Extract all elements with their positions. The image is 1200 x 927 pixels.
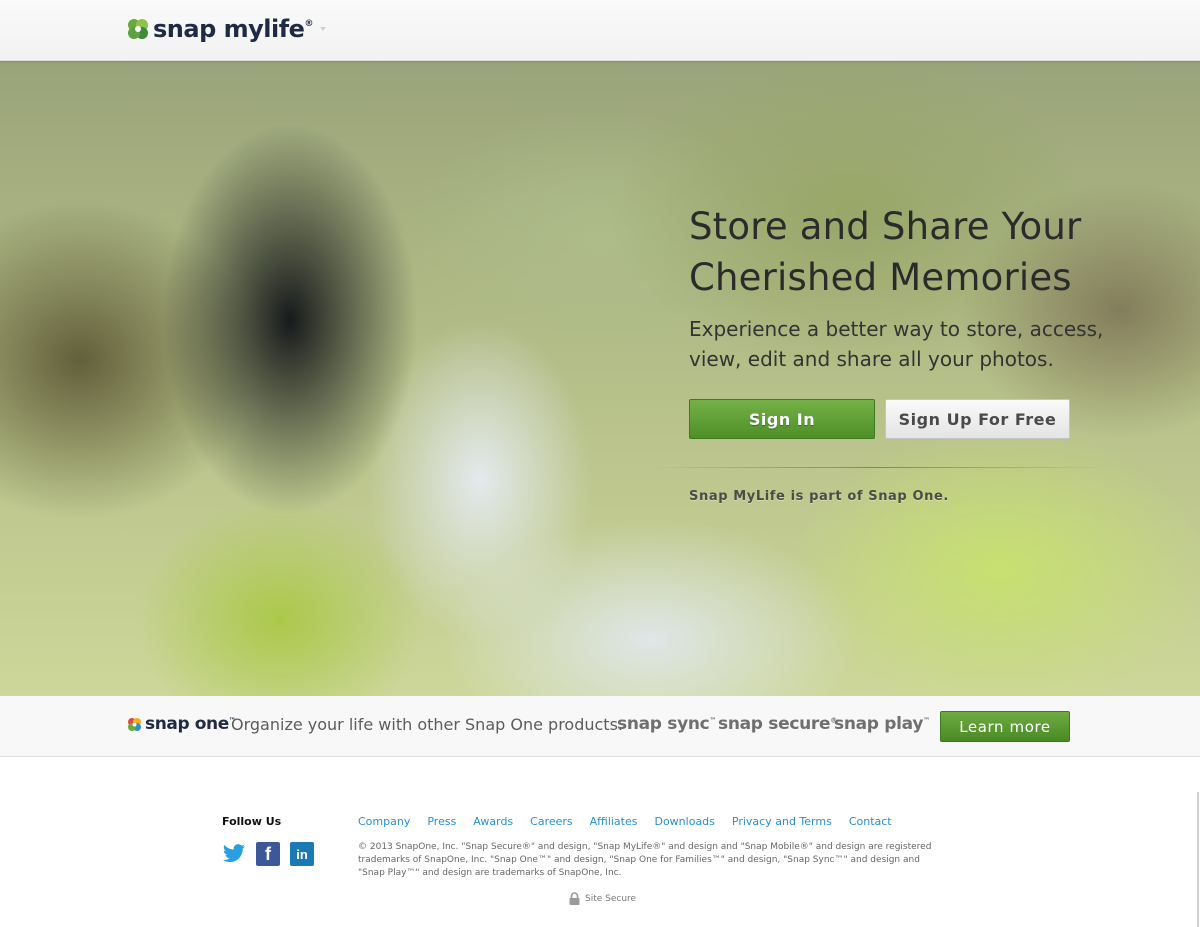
snap-one-pinwheel-icon xyxy=(127,717,142,732)
learn-more-button[interactable]: Learn more xyxy=(940,711,1070,742)
snap-sync-link[interactable]: snap sync™ xyxy=(617,714,716,734)
hero-content: Store and Share Your Cherished Memories … xyxy=(649,201,1129,504)
twitter-icon[interactable] xyxy=(222,842,246,866)
snap-secure-link[interactable]: snap secure® xyxy=(718,714,837,734)
hero-subtitle-line-1: Experience a better way to store, access… xyxy=(689,317,1104,341)
footer-link-downloads[interactable]: Downloads xyxy=(654,815,714,828)
hero-title-line-1: Store and Share Your xyxy=(689,205,1082,248)
follow-us-heading: Follow Us xyxy=(222,815,282,828)
site-secure-label: Site Secure xyxy=(585,893,637,904)
hero-title: Store and Share Your Cherished Memories xyxy=(689,201,1129,303)
hero-banner: Store and Share Your Cherished Memories … xyxy=(0,60,1200,696)
hero-subtitle-line-2: view, edit and share all your photos. xyxy=(689,347,1054,371)
snap-one-logo[interactable]: snap one™ xyxy=(127,714,236,734)
sign-in-button[interactable]: Sign In xyxy=(689,399,875,439)
copyright-text: © 2013 SnapOne, Inc. "Snap Secure®" and … xyxy=(358,842,932,878)
footer-links: Company Press Awards Careers Affiliates … xyxy=(358,815,909,828)
snap-one-logo-text: snap one™ xyxy=(145,714,236,734)
snap-play-link[interactable]: snap play™ xyxy=(834,714,930,734)
products-tagline: Organize your life with other Snap One p… xyxy=(231,715,623,734)
caret-down-icon[interactable] xyxy=(320,27,326,31)
lock-icon xyxy=(569,892,580,905)
footer-link-contact[interactable]: Contact xyxy=(849,815,892,828)
snap-one-note: Snap MyLife is part of Snap One. xyxy=(689,489,949,504)
scrollbar-edge xyxy=(1197,792,1199,927)
footer-link-careers[interactable]: Careers xyxy=(530,815,573,828)
footer-link-company[interactable]: Company xyxy=(358,815,410,828)
sign-up-button[interactable]: Sign Up For Free xyxy=(885,399,1070,439)
footer-link-privacy[interactable]: Privacy and Terms xyxy=(732,815,832,828)
hero-subtitle: Experience a better way to store, access… xyxy=(689,314,1129,374)
snap-one-products-bar: snap one™ Organize your life with other … xyxy=(0,696,1200,757)
linkedin-icon[interactable]: in xyxy=(290,842,314,866)
footer-link-press[interactable]: Press xyxy=(427,815,456,828)
hero-divider xyxy=(649,467,1109,468)
top-header: snap mylife® xyxy=(0,0,1200,61)
hero-title-line-2: Cherished Memories xyxy=(689,256,1072,299)
snap-mylife-logo[interactable]: snap mylife® xyxy=(127,15,313,43)
footer-link-awards[interactable]: Awards xyxy=(473,815,513,828)
footer-link-affiliates[interactable]: Affiliates xyxy=(590,815,638,828)
logo-text: snap mylife® xyxy=(153,15,313,43)
facebook-icon[interactable]: f xyxy=(256,842,280,866)
pinwheel-logo-icon xyxy=(127,18,149,40)
site-secure-badge: Site Secure xyxy=(569,892,636,905)
